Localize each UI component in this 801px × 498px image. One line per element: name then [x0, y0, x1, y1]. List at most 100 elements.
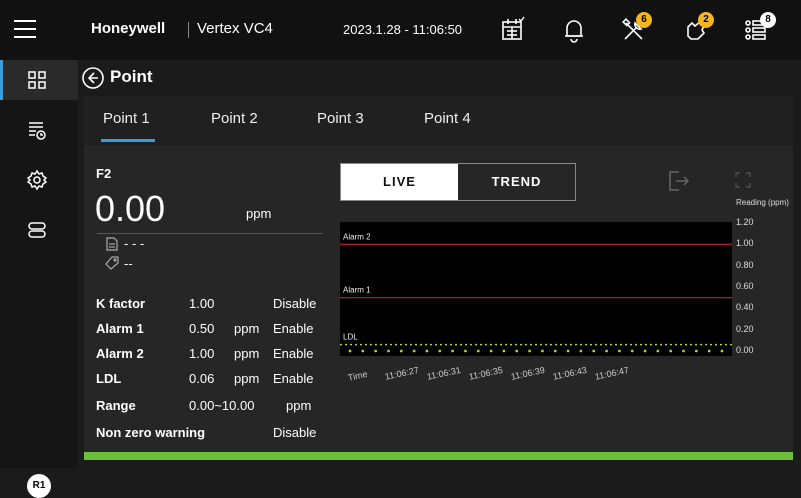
- live-button[interactable]: LIVE: [341, 164, 458, 200]
- alarm1-unit: ppm: [234, 321, 260, 336]
- gear-icon: [26, 169, 48, 191]
- data-point: [451, 349, 455, 353]
- data-point: [643, 349, 647, 353]
- data-point: [656, 349, 660, 353]
- alarm1-status: Enable: [273, 321, 314, 336]
- sidebar-item-settings[interactable]: [0, 160, 78, 200]
- alarm2-status: Enable: [273, 346, 314, 361]
- device-icon: [28, 222, 46, 238]
- live-chart: Alarm 2 Alarm 1 LDL: [340, 222, 732, 356]
- y-tick-label: 0.00: [736, 345, 754, 355]
- ldl-unit: ppm: [234, 371, 260, 386]
- grid-icon: [28, 71, 46, 89]
- reading-unit: ppm: [246, 206, 272, 221]
- data-point: [361, 349, 365, 353]
- tab-point-2[interactable]: Point 2: [211, 110, 258, 127]
- page-title: Point: [110, 67, 153, 86]
- nonzero-label: Non zero warning: [96, 425, 206, 440]
- point-field-2: --: [124, 256, 133, 271]
- reference-label-alarm-1: Alarm 1: [343, 286, 371, 295]
- data-point: [617, 349, 621, 353]
- fullscreen-icon[interactable]: [734, 171, 752, 189]
- gas-reading: 0.00: [95, 188, 166, 229]
- sidebar-item-devices[interactable]: [0, 210, 78, 250]
- data-point: [438, 349, 442, 353]
- tab-point-3[interactable]: Point 3: [317, 110, 364, 127]
- data-point: [502, 349, 506, 353]
- point-panel: Point 1 Point 2 Point 3 Point 4 F2 0.00 …: [84, 96, 793, 460]
- range-value: 0.00~10.00: [189, 398, 255, 413]
- brand-logo: Honeywell: [91, 20, 166, 37]
- list-icon[interactable]: 8: [740, 12, 776, 46]
- alarm2-value: 1.00: [189, 346, 215, 361]
- ldl-value: 0.06: [189, 371, 215, 386]
- y-tick-label: 1.00: [736, 238, 754, 249]
- x-tick-label: 11:06:35: [468, 364, 504, 382]
- active-tab-indicator: [101, 139, 155, 142]
- user-avatar[interactable]: R1: [27, 474, 51, 498]
- data-point: [566, 349, 570, 353]
- alarm1-value: 0.50: [189, 321, 215, 336]
- datetime: 2023.1.28 - 11:06:50: [343, 22, 463, 37]
- reference-label-alarm-2: Alarm 2: [343, 232, 371, 241]
- data-point: [579, 349, 583, 353]
- nonzero-status: Disable: [273, 425, 317, 440]
- data-point: [541, 349, 544, 353]
- document-icon: [106, 237, 118, 251]
- status-bar: [84, 452, 793, 460]
- tab-point-1[interactable]: Point 1: [103, 110, 150, 127]
- y-tick-label: 0.40: [736, 302, 754, 313]
- sidebar: R1: [0, 60, 78, 498]
- y-tick-label: 0.80: [736, 259, 754, 270]
- trend-button[interactable]: TREND: [458, 164, 575, 200]
- chart-svg: Alarm 2 Alarm 1 LDL: [340, 232, 732, 353]
- data-point: [476, 349, 480, 353]
- x-tick-label: 11:06:31: [426, 364, 462, 382]
- tools-icon[interactable]: 6: [618, 12, 652, 46]
- data-point: [605, 349, 608, 353]
- data-point: [528, 349, 531, 353]
- sidebar-item-dashboard[interactable]: [0, 60, 78, 100]
- hand-badge: 2: [698, 12, 714, 28]
- x-tick-label: 11:06:47: [594, 364, 630, 382]
- top-bar: Honeywell Vertex VC4 2023.1.28 - 11:06:5…: [0, 0, 801, 60]
- data-point: [464, 349, 467, 353]
- point-tabs: Point 1 Point 2 Point 3 Point 4: [84, 96, 793, 146]
- ldl-status: Enable: [273, 371, 314, 386]
- k-factor-label: K factor: [96, 296, 146, 311]
- data-point: [694, 349, 698, 353]
- device-model: Vertex VC4: [197, 20, 273, 37]
- data-point: [348, 349, 352, 353]
- menu-icon[interactable]: [14, 20, 36, 38]
- data-point: [630, 349, 634, 353]
- data-point: [425, 349, 429, 353]
- data-point: [489, 349, 493, 353]
- bell-icon[interactable]: [558, 14, 590, 46]
- x-axis-label: Time: [347, 368, 369, 383]
- tools-badge: 6: [636, 12, 652, 28]
- sidebar-item-history[interactable]: [0, 110, 78, 150]
- data-point: [387, 349, 390, 353]
- x-tick-label: 11:06:39: [510, 364, 546, 382]
- page-header: Point: [78, 60, 801, 96]
- y-axis-label: Reading (ppm): [736, 198, 789, 207]
- back-arrow-icon[interactable]: [81, 66, 105, 90]
- alarm1-label: Alarm 1: [96, 321, 144, 336]
- history-list-icon: [29, 122, 46, 140]
- k-factor-value: 1.00: [189, 296, 215, 311]
- data-point: [682, 349, 685, 353]
- reading-divider: [97, 233, 323, 234]
- data-point: [553, 349, 557, 353]
- reference-label-ldl: LDL: [343, 333, 358, 342]
- data-point: [592, 349, 596, 353]
- chart-mode-toggle: LIVE TREND: [340, 163, 576, 201]
- export-icon[interactable]: [667, 170, 691, 192]
- data-point: [399, 349, 403, 353]
- point-field-1: - - -: [124, 236, 145, 251]
- tab-point-4[interactable]: Point 4: [424, 110, 471, 127]
- brand-divider: [188, 22, 189, 38]
- x-tick-label: 11:06:27: [384, 364, 420, 382]
- calendar-icon[interactable]: [497, 14, 529, 46]
- y-tick-label: 0.20: [736, 323, 754, 334]
- hand-icon[interactable]: 2: [680, 12, 714, 46]
